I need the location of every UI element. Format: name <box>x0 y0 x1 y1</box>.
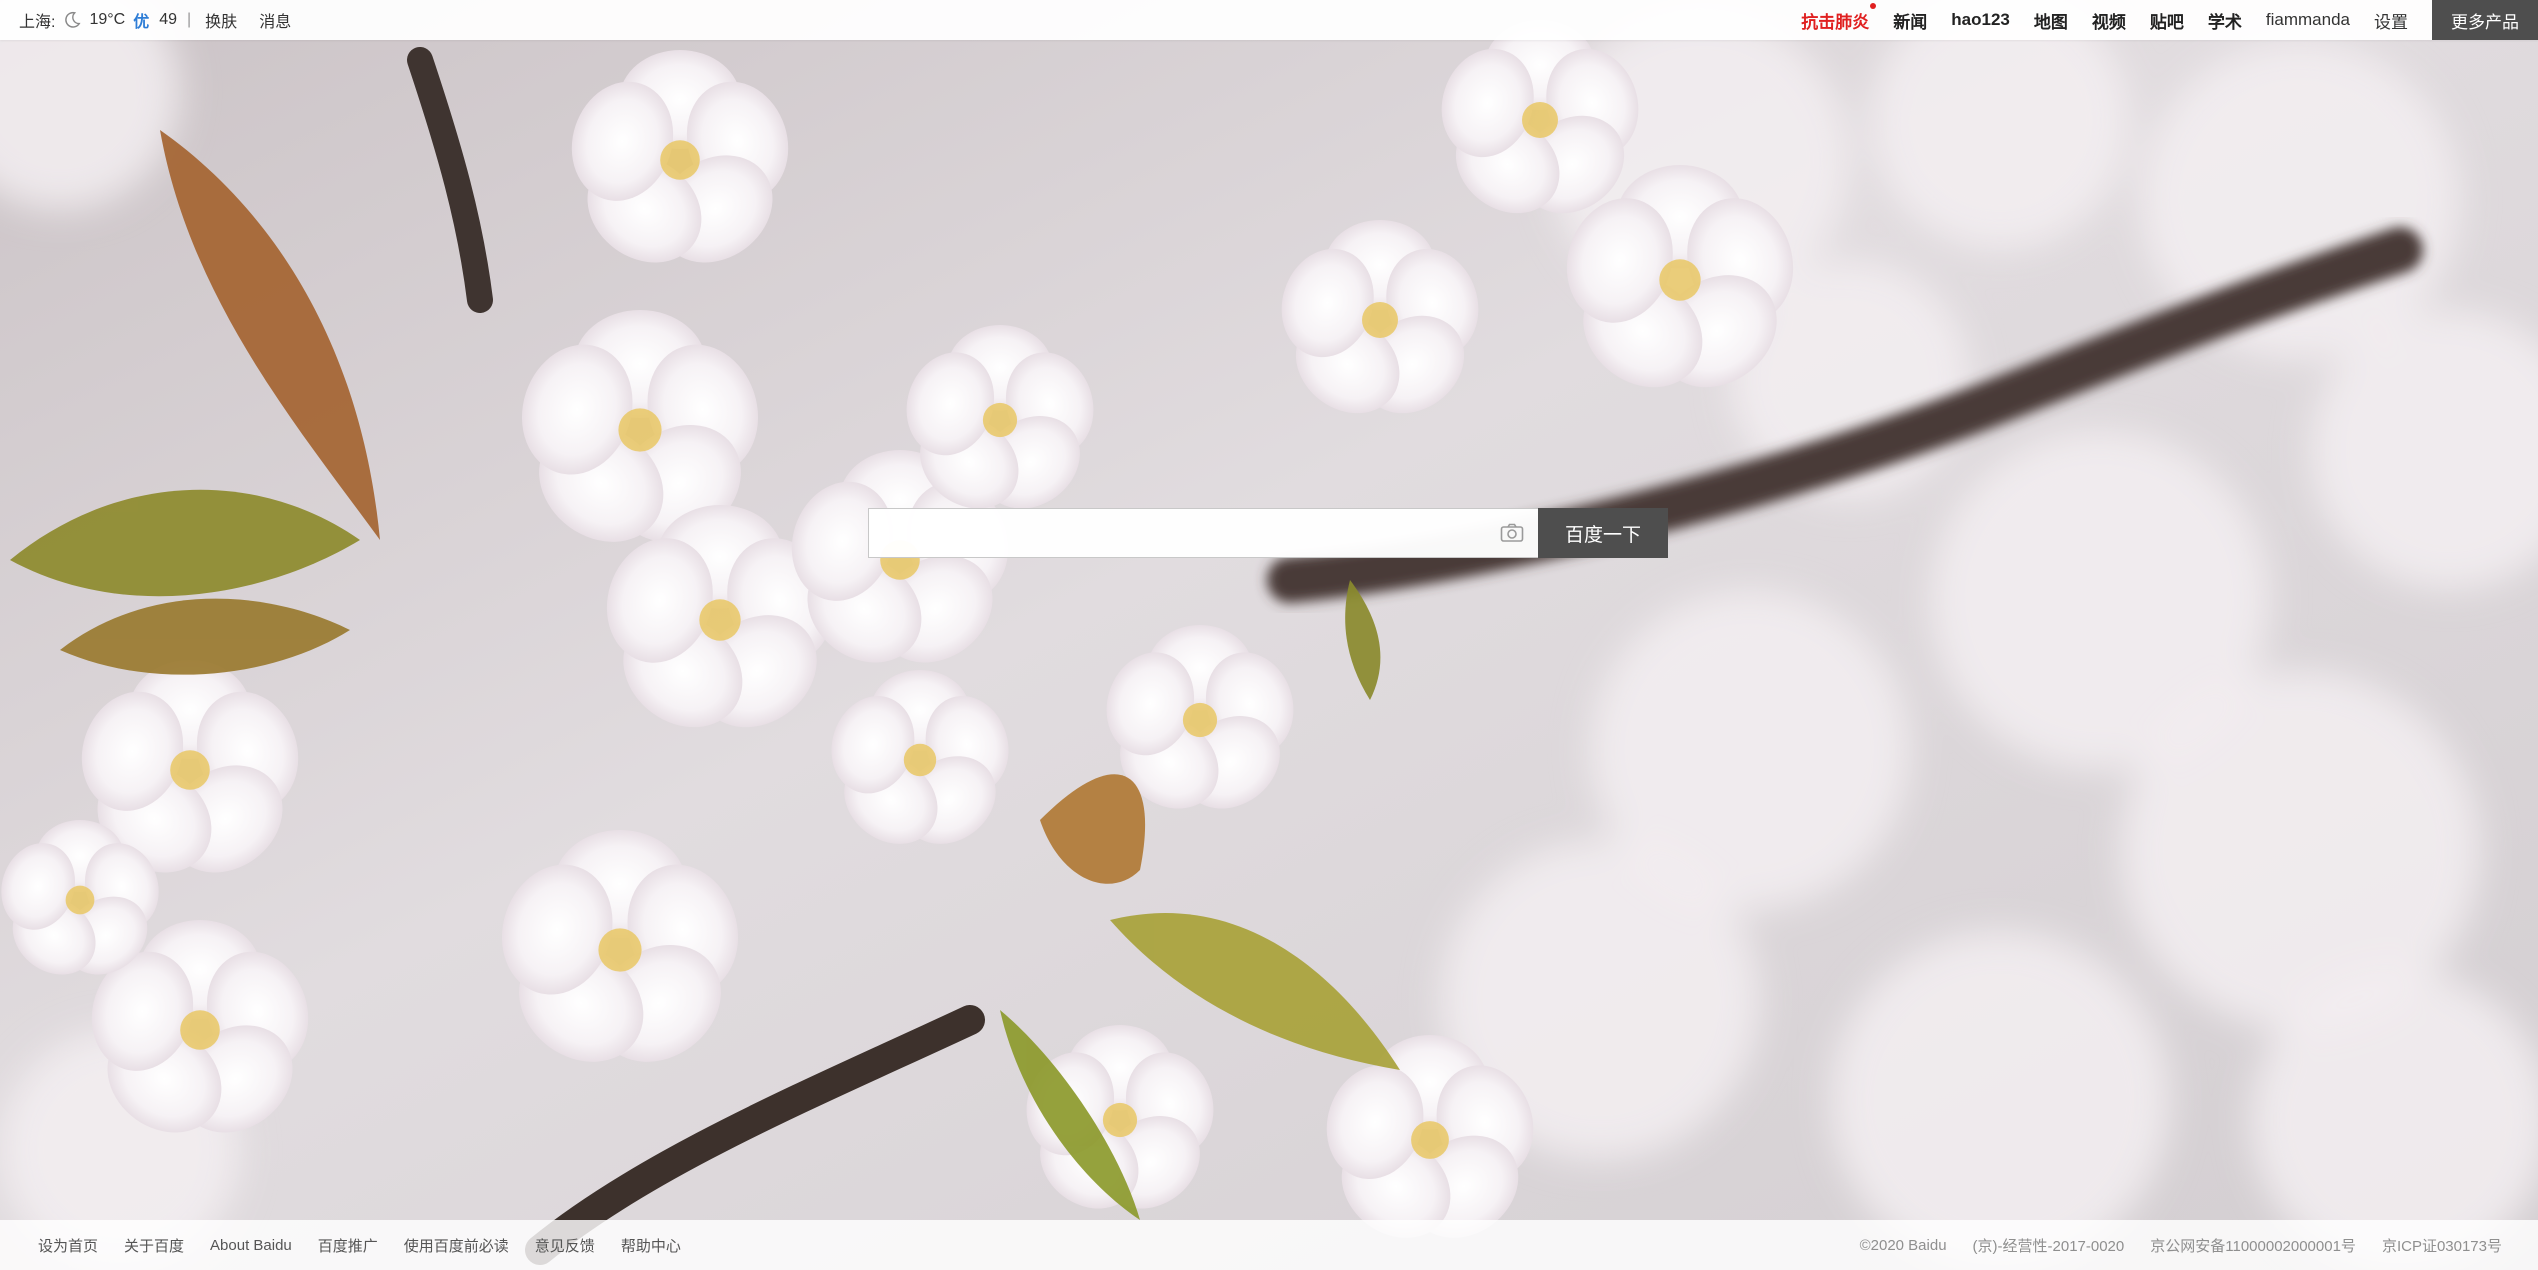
top-bar: 上海: 19°C 优 49 | 换肤 消息 抗击肺炎 新闻 hao123 地图 … <box>0 0 2538 40</box>
footer: 设为首页 关于百度 About Baidu 百度推广 使用百度前必读 意见反馈 … <box>0 1220 2538 1270</box>
nav-item-epidemic[interactable]: 抗击肺炎 <box>1801 2 1877 33</box>
footer-legal: ©2020 Baidu (京)-经营性-2017-0020 京公网安备11000… <box>1834 1220 2502 1270</box>
moon-icon <box>65 11 81 28</box>
city-label: 上海: <box>19 14 56 31</box>
search-button[interactable]: 百度一下 <box>1538 508 1668 558</box>
temperature: 19°C <box>89 11 126 28</box>
nav-item-hao123[interactable]: hao123 <box>1951 10 2010 30</box>
aqi-label: 优 <box>133 14 150 31</box>
top-nav: 抗击肺炎 新闻 hao123 地图 视频 贴吧 学术 fiammanda 设置 … <box>1801 0 2538 40</box>
aqi-value: 49 <box>159 11 178 28</box>
footer-links: 设为首页 关于百度 About Baidu 百度推广 使用百度前必读 意见反馈 … <box>38 1220 707 1270</box>
search-input[interactable] <box>869 509 1493 557</box>
skin-link[interactable]: 换肤 <box>205 8 237 32</box>
footer-link-help[interactable]: 帮助中心 <box>621 1235 681 1256</box>
footer-link-feedback[interactable]: 意见反馈 <box>535 1235 595 1256</box>
license-police: 京公网安备11000002000001号 <box>2150 1237 2356 1255</box>
nav-item-map[interactable]: 地图 <box>2034 8 2068 33</box>
nav-item-label: 抗击肺炎 <box>1801 12 1870 32</box>
nav-item-news[interactable]: 新闻 <box>1893 8 1927 33</box>
nav-item-video[interactable]: 视频 <box>2092 8 2126 33</box>
background-photo <box>0 0 2538 1270</box>
weather-widget[interactable]: 上海: 19°C 优 49 | 换肤 消息 <box>19 0 291 40</box>
footer-link-terms[interactable]: 使用百度前必读 <box>404 1235 509 1256</box>
footer-link-set-homepage[interactable]: 设为首页 <box>38 1235 98 1256</box>
nav-item-tieba[interactable]: 贴吧 <box>2150 8 2184 33</box>
search-box <box>868 508 1538 558</box>
more-products-button[interactable]: 更多产品 <box>2432 0 2538 40</box>
license-business: (京)-经营性-2017-0020 <box>1972 1237 2125 1255</box>
footer-link-about-baidu[interactable]: About Baidu <box>210 1237 292 1254</box>
settings-link[interactable]: 设置 <box>2374 8 2408 33</box>
username-link[interactable]: fiammanda <box>2266 10 2350 30</box>
notification-dot <box>1870 2 1877 9</box>
camera-icon[interactable] <box>1500 523 1524 543</box>
footer-link-promotion[interactable]: 百度推广 <box>318 1235 378 1256</box>
copyright: ©2020 Baidu <box>1859 1236 1947 1254</box>
license-icp: 京ICP证030173号 <box>2381 1237 2502 1255</box>
search-form: 百度一下 <box>868 508 1668 558</box>
nav-item-xueshu[interactable]: 学术 <box>2208 8 2242 33</box>
messages-link[interactable]: 消息 <box>259 8 291 32</box>
separator: | <box>187 11 192 28</box>
footer-link-about[interactable]: 关于百度 <box>124 1235 184 1256</box>
